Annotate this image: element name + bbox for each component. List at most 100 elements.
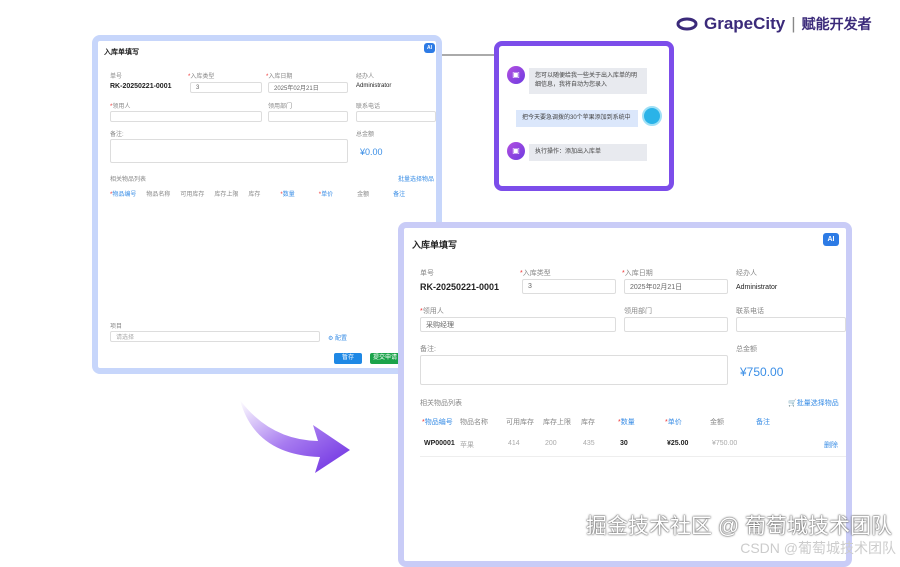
cell-qty[interactable]: 30 (620, 440, 628, 447)
recipient-input[interactable] (110, 111, 262, 122)
type-select[interactable]: 3 (522, 279, 616, 294)
cell-max: 200 (545, 440, 557, 447)
col-header: 可用库存 (180, 192, 205, 198)
brand-slogan: 赋能开发者 (801, 16, 872, 32)
order-no-value: RK-20250221-0001 (110, 83, 172, 90)
batch-select-button[interactable]: 🛒批量选择物品 (788, 398, 839, 408)
col-header: 库存 (248, 192, 261, 198)
col-header: 物品编号 (422, 417, 453, 427)
bot-avatar-icon: ▣ (507, 66, 525, 84)
bot-avatar-icon: ▣ (507, 142, 525, 160)
item-list-label: 相关物品列表 (420, 400, 462, 407)
phone-label: 联系电话 (736, 308, 764, 315)
total-value: ¥750.00 (740, 365, 784, 379)
col-header: 金额 (710, 419, 724, 426)
type-label: 入库类型 (188, 71, 214, 80)
col-header: 库存 (581, 419, 595, 426)
col-header: 库存上限 (543, 419, 571, 426)
grapecity-logo: GrapeCity | 赋能开发者 (676, 14, 872, 34)
remark-label: 备注: (420, 346, 436, 353)
remark-textarea[interactable] (110, 139, 348, 163)
logo-separator: | (791, 14, 796, 33)
table-row: WP00001 苹果 414 200 435 30 ¥25.00 ¥750.00… (424, 440, 846, 452)
project-select[interactable]: 请选择 (110, 331, 320, 342)
recipient-input[interactable]: 采购经理 (420, 317, 616, 332)
order-no-label: 单号 (110, 74, 123, 80)
item-list-label: 相关物品列表 (110, 177, 147, 183)
dept-input[interactable] (268, 111, 348, 122)
handler-value: Administrator (356, 83, 392, 89)
item-table-header: 物品编号 物品名称 可用库存 库存上限 库存 数量 单价 金额 备注 (110, 189, 405, 198)
user-avatar-icon (642, 106, 662, 126)
date-picker[interactable]: 2025年02月21日 (624, 279, 728, 294)
cell-stock: 435 (583, 440, 595, 447)
phone-input[interactable] (736, 317, 846, 332)
form-title: 入库单填写 (412, 240, 458, 250)
cell-available: 414 (508, 440, 520, 447)
type-value: 3 (196, 84, 200, 91)
curved-arrow-icon (240, 400, 350, 473)
total-label: 总金额 (356, 132, 375, 138)
ai-assistant-button[interactable]: AI (424, 43, 435, 53)
brand-name: GrapeCity (704, 14, 786, 33)
order-no-label: 单号 (420, 270, 434, 277)
form-before-panel: 入库单填写 AI 单号 RK-20250221-0001 入库类型 3 入库日期… (92, 35, 442, 374)
total-label: 总金额 (736, 346, 757, 353)
date-label: 入库日期 (622, 268, 653, 278)
save-button[interactable]: 暂存 (334, 353, 362, 364)
batch-select-label: 批量选择物品 (796, 400, 839, 407)
col-header: 物品名称 (460, 419, 488, 426)
ai-chat-panel: ▣ 您可以随便给我一些关于出入库单的明细信息，我将自动为您录入 把今天要急调拨的… (494, 41, 674, 191)
form-title: 入库单填写 (104, 49, 139, 56)
ai-assistant-button[interactable]: AI (823, 233, 839, 246)
phone-input[interactable] (356, 111, 436, 122)
remark-label: 备注: (110, 132, 124, 138)
watermark-csdn: CSDN @葡萄城技术团队 (740, 540, 896, 556)
col-header: 物品编号 (110, 189, 136, 198)
recipient-value: 采购经理 (426, 321, 454, 329)
date-value: 2025年02月21日 (274, 86, 319, 92)
col-header: 单价 (665, 417, 682, 427)
project-label: 项目 (110, 324, 123, 330)
handler-label: 经办人 (356, 74, 375, 80)
grapecity-logo-icon (676, 17, 698, 31)
type-value: 3 (528, 283, 532, 290)
cell-name: 苹果 (460, 442, 474, 449)
col-header: 库存上限 (214, 192, 239, 198)
cell-amount: ¥750.00 (712, 440, 738, 447)
submit-button[interactable]: 提交申请 (370, 353, 400, 364)
handler-value: Administrator (736, 284, 778, 291)
recipient-label: 领用人 (420, 306, 444, 316)
col-header: 备注 (756, 419, 770, 426)
col-header: 备注 (393, 192, 406, 198)
dept-input[interactable] (624, 317, 728, 332)
col-header: 物品名称 (146, 192, 171, 198)
order-no-value: RK-20250221-0001 (420, 282, 500, 292)
col-header: 单价 (319, 189, 333, 198)
delete-row-button[interactable]: 删除 (824, 440, 838, 450)
batch-select-button[interactable]: 批量选择物品 (398, 174, 434, 183)
date-picker[interactable]: 2025年02月21日 (268, 82, 348, 93)
recipient-label: 领用人 (110, 101, 130, 110)
dept-label: 领用部门 (624, 308, 652, 315)
chat-message-bot: 您可以随便给我一些关于出入库单的明细信息，我将自动为您录入 (529, 68, 647, 94)
config-label: 配置 (335, 336, 348, 342)
phone-label: 联系电话 (356, 104, 381, 110)
type-label: 入库类型 (520, 268, 551, 278)
col-header: 可用库存 (506, 419, 534, 426)
col-header: 数量 (618, 417, 635, 427)
type-select[interactable]: 3 (190, 82, 262, 93)
col-header: 数量 (280, 189, 295, 198)
chat-message-user: 把今天要急调拨的30个苹果添加到系统中 (516, 110, 638, 127)
item-table-header: 物品编号 物品名称 可用库存 库存上限 库存 数量 单价 金额 备注 (422, 417, 846, 429)
config-button[interactable]: ⚙ 配置 (328, 333, 347, 342)
watermark: 掘金技术社区 @ 葡萄城技术团队 (586, 515, 892, 538)
cell-price[interactable]: ¥25.00 (667, 440, 688, 447)
cell-code: WP00001 (424, 440, 455, 447)
handler-label: 经办人 (736, 270, 757, 277)
total-value: ¥0.00 (360, 147, 383, 157)
remark-textarea[interactable] (420, 355, 728, 385)
dept-label: 领用部门 (268, 104, 293, 110)
project-placeholder: 请选择 (116, 335, 135, 341)
date-label: 入库日期 (266, 71, 292, 80)
